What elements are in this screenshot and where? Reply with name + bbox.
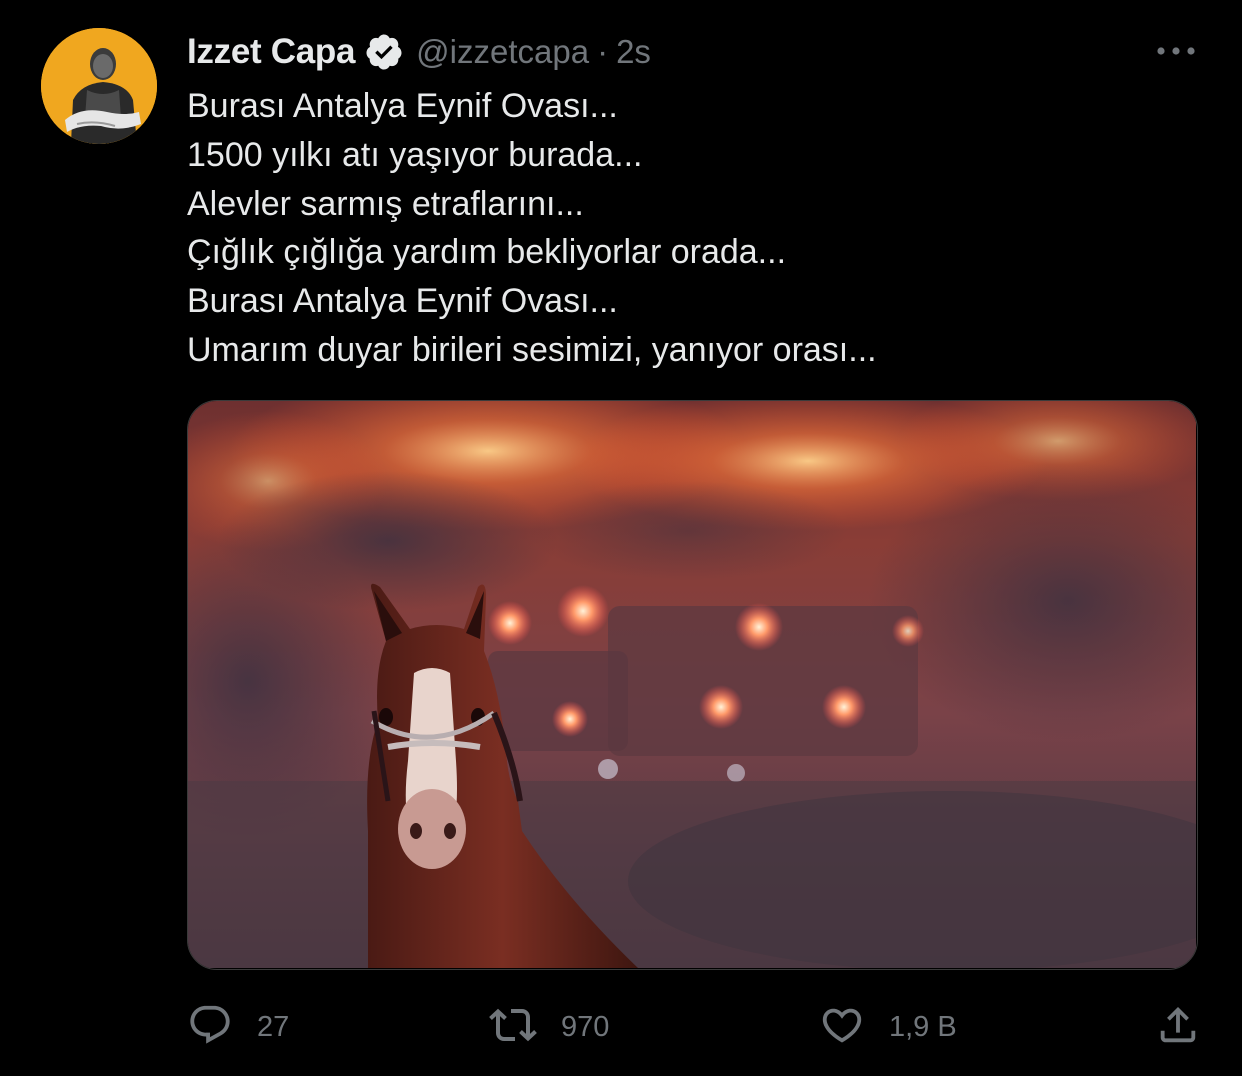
share-icon <box>1155 1002 1201 1053</box>
reply-button[interactable]: 27 <box>187 1000 289 1055</box>
tweet-text-line: Umarım duyar birileri sesimizi, yanıyor … <box>187 330 877 369</box>
tweet[interactable]: Izzet Capa @izzetcapa · 2s Burası Antaly… <box>0 0 1242 1076</box>
tweet-text-line: 1500 yılkı atı yaşıyor burada... <box>187 135 643 174</box>
like-button[interactable]: 1,9 B <box>819 1000 957 1055</box>
tweet-photo[interactable] <box>187 400 1198 970</box>
avatar[interactable] <box>41 28 157 144</box>
handle[interactable]: @izzetcapa <box>416 33 589 71</box>
tweet-actions: 27 970 1,9 B <box>187 1000 1202 1055</box>
retweet-button[interactable]: 970 <box>489 1000 609 1055</box>
timestamp[interactable]: 2s <box>616 33 651 71</box>
tweet-text-line: Alevler sarmış etraflarını... <box>187 184 584 223</box>
share-button[interactable] <box>1155 1000 1201 1055</box>
retweet-count: 970 <box>561 1011 610 1043</box>
tweet-header: Izzet Capa @izzetcapa · 2s <box>187 28 651 76</box>
tweet-text-line: Çığlık çığlığa yardım bekliyorlar orada.… <box>187 233 787 272</box>
tweet-text-line: Burası Antalya Eynif Ovası... <box>187 87 618 125</box>
reply-icon <box>187 1002 233 1053</box>
reply-count: 27 <box>257 1011 290 1043</box>
display-name[interactable]: Izzet Capa <box>187 32 355 72</box>
tweet-text-line: Burası Antalya Eynif Ovası... <box>187 282 618 321</box>
more-options-icon[interactable] <box>1150 30 1202 72</box>
like-count: 1,9 B <box>889 1011 957 1043</box>
verified-badge-icon <box>364 32 404 72</box>
separator-dot: · <box>597 33 609 70</box>
heart-icon <box>819 1002 865 1053</box>
retweet-icon <box>489 1001 537 1054</box>
tweet-text: Burası Antalya Eynif Ovası... 1500 yılkı… <box>187 82 1187 375</box>
